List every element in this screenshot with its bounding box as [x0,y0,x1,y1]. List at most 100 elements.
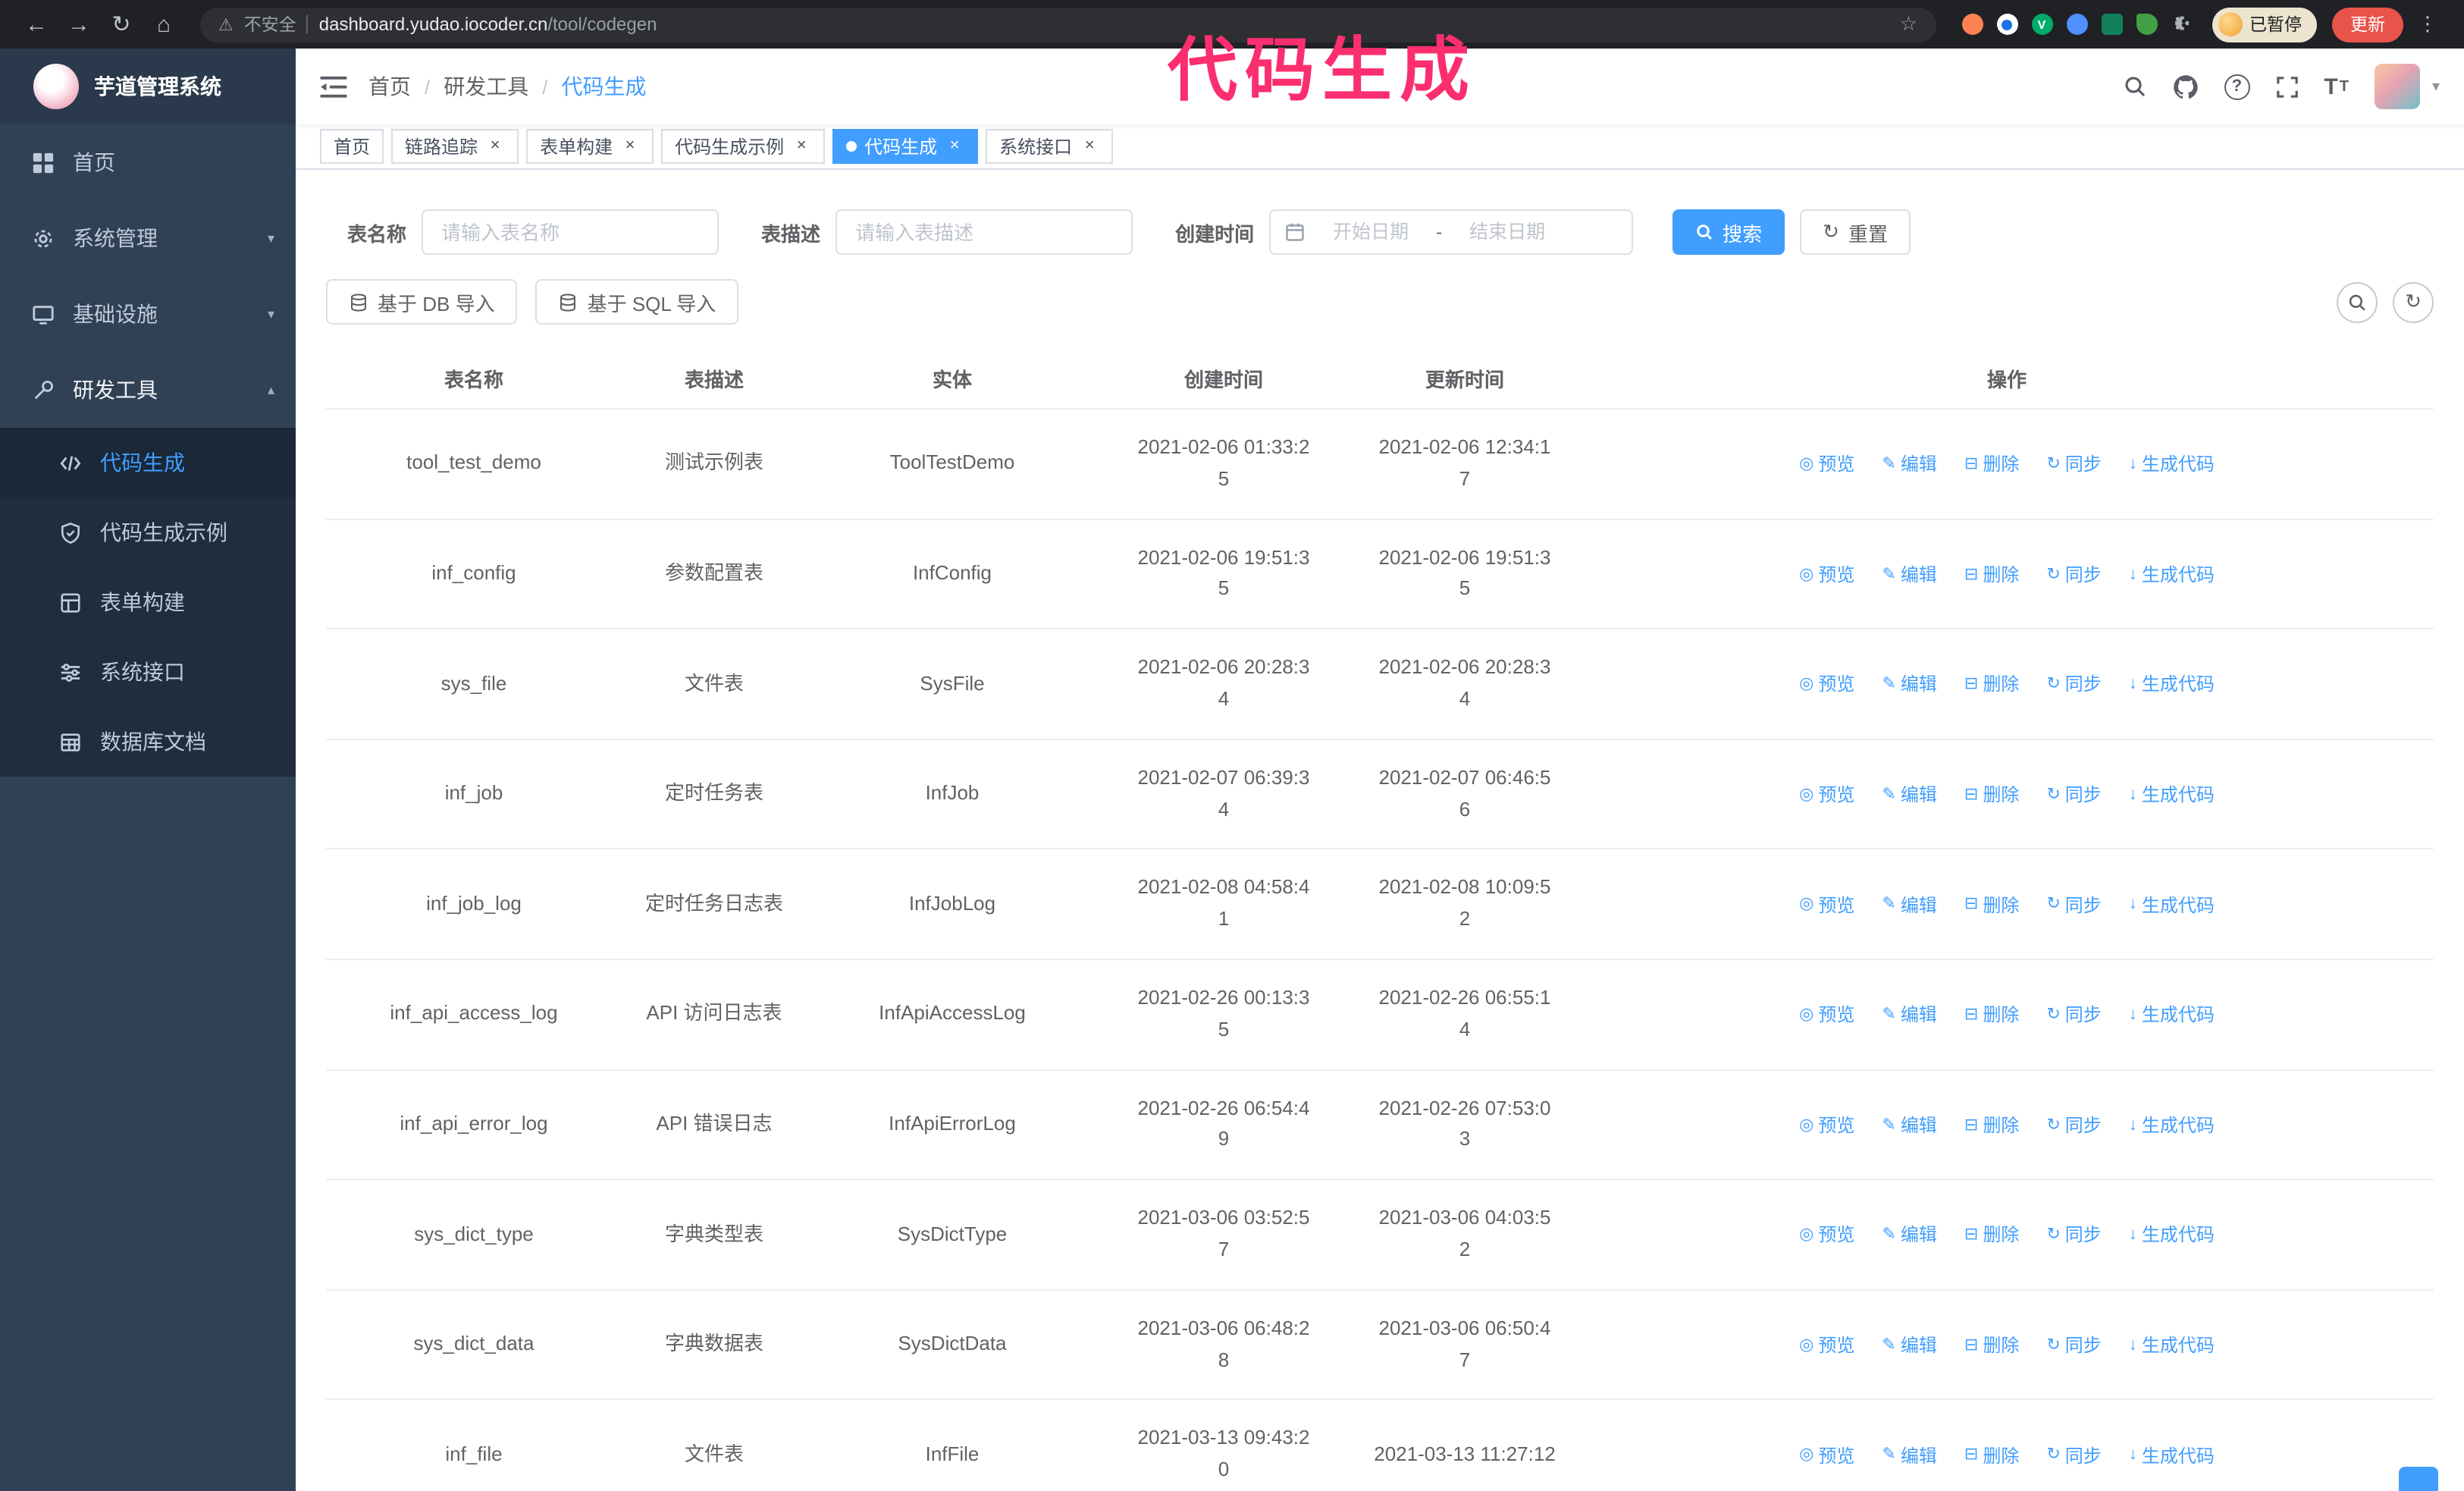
delete-link[interactable]: ⊟ 删除 [1964,1222,2019,1251]
sync-link[interactable]: ↻ 同步 [2046,451,2101,480]
sync-link[interactable]: ↻ 同步 [2046,781,2101,810]
back-icon[interactable]: ← [18,6,55,42]
generate-code-link[interactable]: ↓ 生成代码 [2129,1332,2215,1361]
help-icon[interactable]: ? [2224,74,2250,99]
edit-link[interactable]: ✎ 编辑 [1882,781,1936,810]
browser-update-button[interactable]: 更新 [2332,7,2403,42]
close-icon[interactable]: × [945,137,964,156]
preview-link[interactable]: ◎ 预览 [1799,451,1854,480]
sidebar-item-system-mgmt[interactable]: 系统管理 ▾ [0,200,296,276]
delete-link[interactable]: ⊟ 删除 [1964,891,2019,920]
sync-link[interactable]: ↻ 同步 [2046,1112,2101,1141]
floating-button[interactable] [2399,1467,2438,1491]
tab-form-builder[interactable]: 表单构建 × [526,129,654,164]
sync-link[interactable]: ↻ 同步 [2046,561,2101,590]
sidebar-item-devtools[interactable]: 研发工具 ▴ [0,352,296,428]
delete-link[interactable]: ⊟ 删除 [1964,1442,2019,1471]
reset-button[interactable]: ↻ 重置 [1800,209,1911,255]
delete-link[interactable]: ⊟ 删除 [1964,1112,2019,1141]
breadcrumb-home[interactable]: 首页 [368,71,411,102]
delete-link[interactable]: ⊟ 删除 [1964,561,2019,590]
generate-code-link[interactable]: ↓ 生成代码 [2129,891,2215,920]
tab-link-tracing[interactable]: 链路追踪 × [391,129,519,164]
preview-link[interactable]: ◎ 预览 [1799,1222,1854,1251]
edit-link[interactable]: ✎ 编辑 [1882,671,1936,700]
address-bar[interactable]: ⚠ 不安全 dashboard.yudao.iocoder.cn/tool/co… [200,7,1936,42]
toggle-search-button[interactable] [2337,281,2378,322]
sidebar-item-home[interactable]: 首页 [0,124,296,200]
generate-code-link[interactable]: ↓ 生成代码 [2129,1002,2215,1031]
sync-link[interactable]: ↻ 同步 [2046,671,2101,700]
close-icon[interactable]: × [485,137,505,156]
delete-link[interactable]: ⊟ 删除 [1964,451,2019,480]
generate-code-link[interactable]: ↓ 生成代码 [2129,1222,2215,1251]
preview-link[interactable]: ◎ 预览 [1799,1112,1854,1141]
sidebar-item-db-doc[interactable]: 数据库文档 [0,707,296,777]
hamburger-icon[interactable] [320,75,347,98]
edit-link[interactable]: ✎ 编辑 [1882,561,1936,590]
preview-link[interactable]: ◎ 预览 [1799,671,1854,700]
generate-code-link[interactable]: ↓ 生成代码 [2129,671,2215,700]
sidebar-item-form-builder[interactable]: 表单构建 [0,567,296,637]
close-icon[interactable]: × [792,137,811,156]
table-desc-input[interactable] [835,209,1133,255]
sync-link[interactable]: ↻ 同步 [2046,1442,2101,1471]
extension-icon-drop[interactable] [1996,14,2017,35]
sidebar-item-infrastructure[interactable]: 基础设施 ▾ [0,276,296,352]
search-icon[interactable] [2122,74,2146,99]
tab-home[interactable]: 首页 [320,129,384,164]
delete-link[interactable]: ⊟ 删除 [1964,671,2019,700]
extension-icon-orange[interactable] [1961,14,1983,35]
tab-codegen[interactable]: 代码生成 × [832,129,979,164]
import-sql-button[interactable]: 基于 SQL 导入 [535,279,739,325]
generate-code-link[interactable]: ↓ 生成代码 [2129,781,2215,810]
sync-link[interactable]: ↻ 同步 [2046,1222,2101,1251]
edit-link[interactable]: ✎ 编辑 [1882,1002,1936,1031]
home-icon[interactable]: ⌂ [146,6,182,42]
delete-link[interactable]: ⊟ 删除 [1964,781,2019,810]
preview-link[interactable]: ◎ 预览 [1799,781,1854,810]
fullscreen-icon[interactable] [2275,75,2298,98]
end-date-input[interactable] [1450,221,1566,243]
delete-link[interactable]: ⊟ 删除 [1964,1002,2019,1031]
chevron-down-icon[interactable]: ▾ [2432,78,2440,95]
preview-link[interactable]: ◎ 预览 [1799,891,1854,920]
search-button[interactable]: 搜索 [1672,209,1785,255]
tab-codegen-example[interactable]: 代码生成示例 × [661,129,826,164]
generate-code-link[interactable]: ↓ 生成代码 [2129,451,2215,480]
edit-link[interactable]: ✎ 编辑 [1882,1112,1936,1141]
sidebar-item-codegen-example[interactable]: 代码生成示例 [0,498,296,567]
edit-link[interactable]: ✎ 编辑 [1882,1332,1936,1361]
font-size-icon[interactable]: TT [2324,74,2349,99]
close-icon[interactable]: × [620,137,640,156]
breadcrumb-devtools[interactable]: 研发工具 [444,71,528,102]
security-label[interactable]: 不安全 [244,12,296,36]
app-logo[interactable]: 芋道管理系统 [0,49,296,124]
extension-icon-green-v[interactable]: V [2031,14,2052,35]
delete-link[interactable]: ⊟ 删除 [1964,1332,2019,1361]
close-icon[interactable]: × [1080,137,1099,156]
sync-link[interactable]: ↻ 同步 [2046,1002,2101,1031]
edit-link[interactable]: ✎ 编辑 [1882,1442,1936,1471]
extension-icon-teal[interactable] [2101,14,2122,35]
edit-link[interactable]: ✎ 编辑 [1882,451,1936,480]
generate-code-link[interactable]: ↓ 生成代码 [2129,1112,2215,1141]
github-icon[interactable] [2172,74,2198,99]
preview-link[interactable]: ◎ 预览 [1799,1442,1854,1471]
preview-link[interactable]: ◎ 预览 [1799,561,1854,590]
refresh-table-button[interactable]: ↻ [2393,281,2434,322]
browser-menu-icon[interactable]: ⋮ [2409,6,2446,42]
profile-chip[interactable]: 已暂停 [2212,7,2317,42]
edit-link[interactable]: ✎ 编辑 [1882,891,1936,920]
extensions-puzzle-icon[interactable] [2171,14,2192,35]
reload-icon[interactable]: ↻ [103,6,140,42]
sync-link[interactable]: ↻ 同步 [2046,1332,2101,1361]
user-avatar[interactable] [2374,64,2420,109]
extension-icon-people[interactable] [2066,14,2087,35]
preview-link[interactable]: ◎ 预览 [1799,1332,1854,1361]
sidebar-item-system-api[interactable]: 系统接口 [0,637,296,707]
forward-icon[interactable]: → [61,6,97,42]
create-time-range-picker[interactable]: - [1269,209,1634,255]
preview-link[interactable]: ◎ 预览 [1799,1002,1854,1031]
sidebar-item-codegen[interactable]: 代码生成 [0,428,296,498]
